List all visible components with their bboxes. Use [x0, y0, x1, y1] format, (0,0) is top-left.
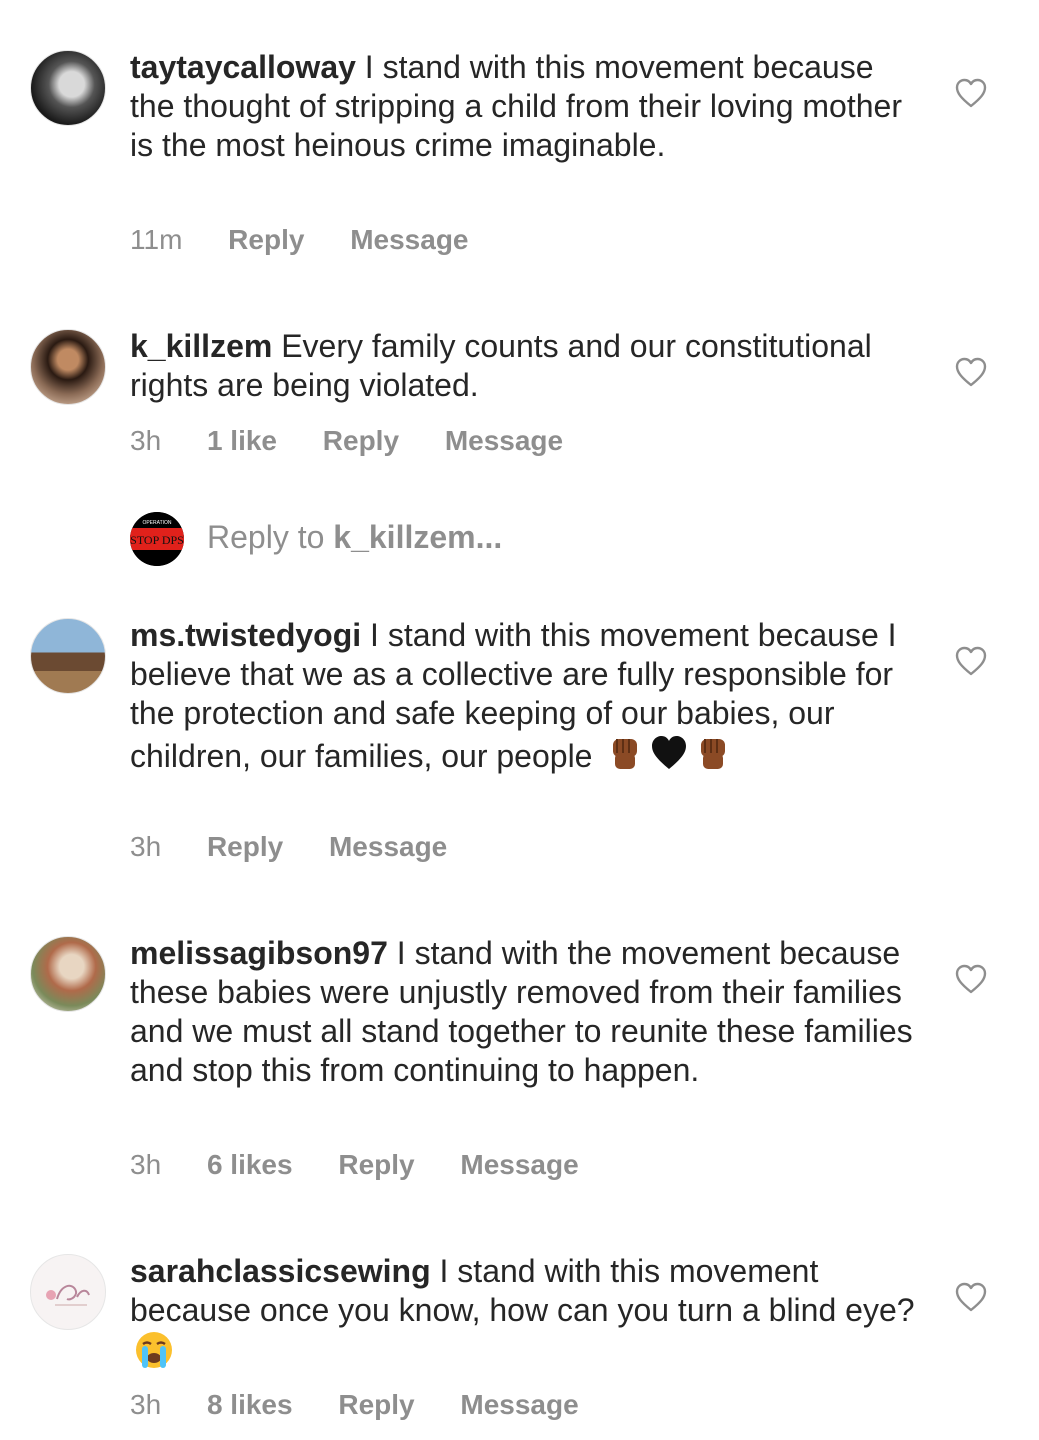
- black-heart-emoji-icon: [652, 736, 687, 769]
- comment-time: 3h: [130, 1389, 162, 1420]
- loudly-crying-face-emoji-icon: [136, 1332, 172, 1368]
- reply-prefix: Reply to: [207, 519, 334, 555]
- comment-username[interactable]: ms.twistedyogi: [130, 617, 361, 653]
- message-button[interactable]: Message: [460, 1389, 578, 1420]
- logo-text: STOP DPS: [130, 533, 184, 547]
- comment-username[interactable]: sarahclassicsewing: [130, 1253, 431, 1289]
- avatar[interactable]: [30, 329, 106, 405]
- likes-count[interactable]: 1 like: [207, 425, 277, 456]
- reply-placeholder[interactable]: Reply to k_killzem...: [207, 519, 502, 556]
- comment-time: 3h: [130, 425, 162, 456]
- avatar[interactable]: [30, 50, 106, 126]
- reply-button[interactable]: Reply: [207, 831, 283, 862]
- avatar[interactable]: [30, 618, 106, 694]
- comment-meta: 3h 6 likes Reply Message: [130, 1149, 617, 1181]
- reply-button[interactable]: Reply: [338, 1149, 414, 1180]
- stop-dps-logo-icon: OPERATION STOP DPS: [130, 512, 184, 566]
- message-button[interactable]: Message: [329, 831, 447, 862]
- comment-time: 3h: [130, 831, 162, 862]
- comment-username[interactable]: taytaycalloway: [130, 49, 356, 85]
- comment-text: melissagibson97 I stand with the movemen…: [130, 934, 920, 1090]
- sarah-logo-icon: [46, 1284, 90, 1306]
- comment-username[interactable]: melissagibson97: [130, 935, 388, 971]
- comment-text: k_killzem Every family counts and our co…: [130, 327, 920, 405]
- message-button[interactable]: Message: [445, 425, 563, 456]
- raised-fist-emoji-icon: [701, 739, 726, 769]
- reply-composer[interactable]: OPERATION STOP DPS Reply to k_killzem...: [130, 510, 730, 566]
- heart-icon[interactable]: [955, 357, 987, 387]
- likes-count[interactable]: 8 likes: [207, 1389, 293, 1420]
- comment-meta: 3h Reply Message: [130, 831, 485, 863]
- likes-count[interactable]: 6 likes: [207, 1149, 293, 1180]
- heart-icon[interactable]: [955, 964, 987, 994]
- comment-meta: 3h 8 likes Reply Message: [130, 1389, 617, 1421]
- comment-meta: 3h 1 like Reply Message: [130, 425, 601, 457]
- heart-icon[interactable]: [955, 646, 987, 676]
- reply-button[interactable]: Reply: [228, 224, 304, 255]
- reply-button[interactable]: Reply: [323, 425, 399, 456]
- comment-text: sarahclassicsewing I stand with this mov…: [130, 1252, 920, 1373]
- comment-username[interactable]: k_killzem: [130, 328, 272, 364]
- heart-icon[interactable]: [955, 78, 987, 108]
- avatar[interactable]: [30, 1254, 106, 1330]
- comment-meta: 11m Reply Message: [130, 224, 507, 256]
- comment-time: 3h: [130, 1149, 162, 1180]
- message-button[interactable]: Message: [460, 1149, 578, 1180]
- raised-fist-emoji-icon: [613, 739, 638, 769]
- avatar[interactable]: [30, 936, 106, 1012]
- comment-text: ms.twistedyogi I stand with this movemen…: [130, 616, 920, 776]
- message-button[interactable]: Message: [350, 224, 468, 255]
- heart-icon[interactable]: [955, 1282, 987, 1312]
- current-user-avatar: OPERATION STOP DPS: [130, 512, 184, 566]
- reply-button[interactable]: Reply: [338, 1389, 414, 1420]
- logo-text-top: OPERATION: [142, 520, 171, 526]
- comment-text: taytaycalloway I stand with this movemen…: [130, 48, 920, 165]
- reply-target: k_killzem...: [333, 519, 503, 555]
- comment-time: 11m: [130, 224, 183, 255]
